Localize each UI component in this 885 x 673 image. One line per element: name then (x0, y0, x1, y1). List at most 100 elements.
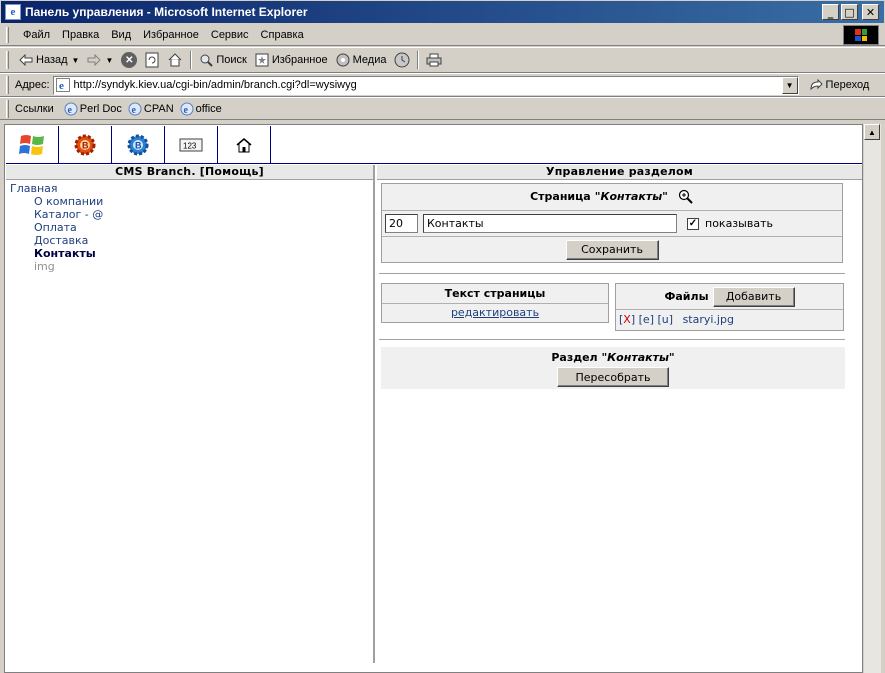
menu-edit[interactable]: Правка (56, 29, 105, 41)
page-fields-row: 20 Контакты ✓ показывать (382, 211, 842, 237)
file-name-link[interactable]: staryi.jpg (683, 313, 734, 326)
printer-icon (426, 53, 442, 67)
tree-root-home[interactable]: Главная (10, 182, 369, 195)
menu-view[interactable]: Вид (105, 29, 137, 41)
svg-text:e: e (131, 105, 136, 116)
refresh-icon (145, 52, 159, 68)
stop-icon: ✕ (121, 52, 138, 68)
tree-item-catalog[interactable]: Каталог - @ (10, 208, 369, 221)
menu-file[interactable]: Файл (17, 29, 56, 41)
print-button[interactable] (422, 49, 446, 71)
link-cpan[interactable]: e CPAN (128, 102, 174, 116)
page-label: Страница (530, 190, 591, 203)
add-file-button[interactable]: Добавить (712, 286, 795, 307)
forward-dropdown-icon[interactable]: ▼ (105, 56, 113, 65)
cms-windows-button[interactable] (6, 126, 59, 164)
page-name-input[interactable]: Контакты (423, 214, 677, 233)
home-button[interactable] (163, 49, 187, 71)
save-button[interactable]: Сохранить (565, 239, 659, 260)
toolbar-grip[interactable] (6, 51, 9, 69)
page-text-box: Текст страницы редактировать (381, 283, 609, 323)
cms-icon-bar: B B 123 (6, 126, 862, 164)
tree-item-img[interactable]: img (10, 260, 369, 273)
link-office[interactable]: e office (180, 102, 222, 116)
svg-text:123: 123 (183, 142, 197, 151)
page-name: "Контакты" (594, 190, 668, 203)
file-row: [X] [e] [u] staryi.jpg (616, 310, 843, 329)
favorites-star-icon (255, 53, 269, 67)
zoom-icon[interactable] (678, 189, 694, 205)
close-button[interactable]: ✕ (862, 4, 879, 20)
rebuild-button[interactable]: Пересобрать (557, 367, 669, 387)
gear-red-icon: B (74, 134, 96, 156)
stop-button[interactable]: ✕ (117, 49, 141, 71)
toolbar-separator (417, 51, 420, 69)
vertical-scrollbar[interactable]: ▲ (863, 124, 881, 673)
menu-tools[interactable]: Сервис (205, 29, 255, 41)
search-button[interactable]: Поиск (195, 49, 250, 71)
title-bar: e Панель управления - Microsoft Internet… (0, 0, 885, 24)
media-button[interactable]: Медиа (332, 49, 391, 71)
maximize-button[interactable]: □ (841, 4, 858, 20)
scroll-up-icon[interactable]: ▲ (864, 124, 880, 140)
windows-logo-icon (843, 25, 879, 45)
back-dropdown-icon[interactable]: ▼ (72, 56, 80, 65)
links-label: Ссылки (15, 102, 54, 115)
tree-item-contacts[interactable]: Контакты (10, 247, 369, 260)
tree-panel: CMS Branch. [Помощь] Главная О компании … (6, 165, 375, 663)
cms-branch-blue-button[interactable]: B (112, 126, 165, 164)
page-content: B B 123 CMS Branch. [Помощь] Главная О к… (4, 124, 863, 673)
cms-numbers-button[interactable]: 123 (165, 126, 218, 164)
tree-panel-header: CMS Branch. [Помощь] (6, 165, 373, 180)
show-checkbox[interactable]: ✓ (687, 217, 699, 230)
edit-file-link[interactable]: [e] (639, 313, 654, 326)
go-button[interactable]: Переход (809, 79, 869, 91)
svg-text:B: B (82, 141, 89, 151)
menu-favorites[interactable]: Избранное (137, 29, 205, 41)
back-button[interactable]: Назад ▼ (15, 49, 83, 71)
address-input[interactable]: e http://syndyk.kiev.ua/cgi-bin/admin/br… (52, 75, 799, 95)
refresh-button[interactable] (141, 49, 163, 71)
address-dropdown-icon[interactable]: ▼ (781, 76, 798, 94)
forward-button[interactable]: ▼ (83, 49, 117, 71)
toolbar-grip[interactable] (6, 99, 9, 118)
ie-page-icon: e (64, 102, 78, 116)
upload-file-link[interactable]: [u] (658, 313, 674, 326)
files-header: Файлы (664, 290, 709, 303)
favorites-button[interactable]: Избранное (251, 49, 332, 71)
files-header-row: Файлы Добавить (616, 284, 843, 310)
tree-item-payment[interactable]: Оплата (10, 221, 369, 234)
standard-toolbar: Назад ▼ ▼ ✕ Поиск Избранное Медиа (0, 47, 885, 73)
section-name: "Контакты" (601, 351, 675, 364)
ie-icon: e (5, 4, 21, 20)
section-tree: Главная О компании Каталог - @ Оплата До… (6, 180, 373, 275)
menu-help[interactable]: Справка (255, 29, 310, 41)
toolbar-grip[interactable] (6, 76, 9, 94)
management-panel-header: Управление разделом (377, 165, 862, 180)
link-cpan-label: CPAN (143, 102, 174, 115)
tree-item-delivery[interactable]: Доставка (10, 234, 369, 247)
delete-file-link[interactable]: [X] (619, 313, 635, 326)
cms-branch-red-button[interactable]: B (59, 126, 112, 164)
ie-page-icon: e (128, 102, 142, 116)
links-bar: Ссылки e Perl Doc e CPAN e office (0, 97, 885, 120)
minimize-button[interactable]: _ (822, 4, 839, 20)
edit-text-link[interactable]: редактировать (451, 306, 539, 319)
cms-home-button[interactable] (218, 126, 271, 164)
windows-icon (19, 135, 44, 155)
tree-item-about[interactable]: О компании (10, 195, 369, 208)
history-button[interactable] (390, 49, 414, 71)
divider (379, 339, 845, 341)
address-bar: Адрес: e http://syndyk.kiev.ua/cgi-bin/a… (0, 73, 885, 97)
address-label: Адрес: (15, 79, 50, 91)
toolbar-grip[interactable] (6, 26, 9, 43)
link-perl-doc-label: Perl Doc (79, 102, 122, 115)
divider (379, 273, 845, 275)
address-url: http://syndyk.kiev.ua/cgi-bin/admin/bran… (73, 79, 357, 91)
history-icon (394, 52, 410, 68)
search-label: Поиск (216, 54, 247, 66)
show-checkbox-label: показывать (705, 217, 773, 230)
order-input[interactable]: 20 (385, 214, 418, 233)
link-perl-doc[interactable]: e Perl Doc (64, 102, 122, 116)
management-panel: Управление разделом Страница "Контакты" … (377, 165, 862, 663)
